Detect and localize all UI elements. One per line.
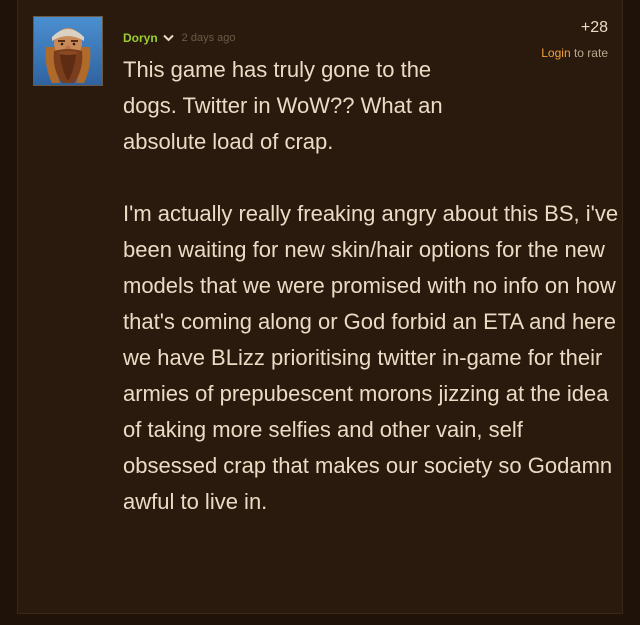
post-paragraph: This game has truly gone to the dogs. Tw…: [123, 57, 443, 154]
forum-post: Doryn 2 days ago +28 Login to rate This …: [17, 0, 623, 614]
avatar[interactable]: [33, 16, 103, 86]
post-timestamp: 2 days ago: [181, 32, 236, 44]
post-score: +28: [580, 19, 608, 36]
post-body: This game has truly gone to the dogs. Tw…: [123, 52, 623, 520]
post-paragraph: I'm actually really freaking angry about…: [123, 201, 619, 514]
chevron-down-icon[interactable]: [162, 34, 174, 42]
post-meta: Doryn 2 days ago: [123, 30, 236, 46]
dwarf-avatar-icon: [34, 17, 102, 85]
author-name[interactable]: Doryn: [123, 31, 158, 45]
